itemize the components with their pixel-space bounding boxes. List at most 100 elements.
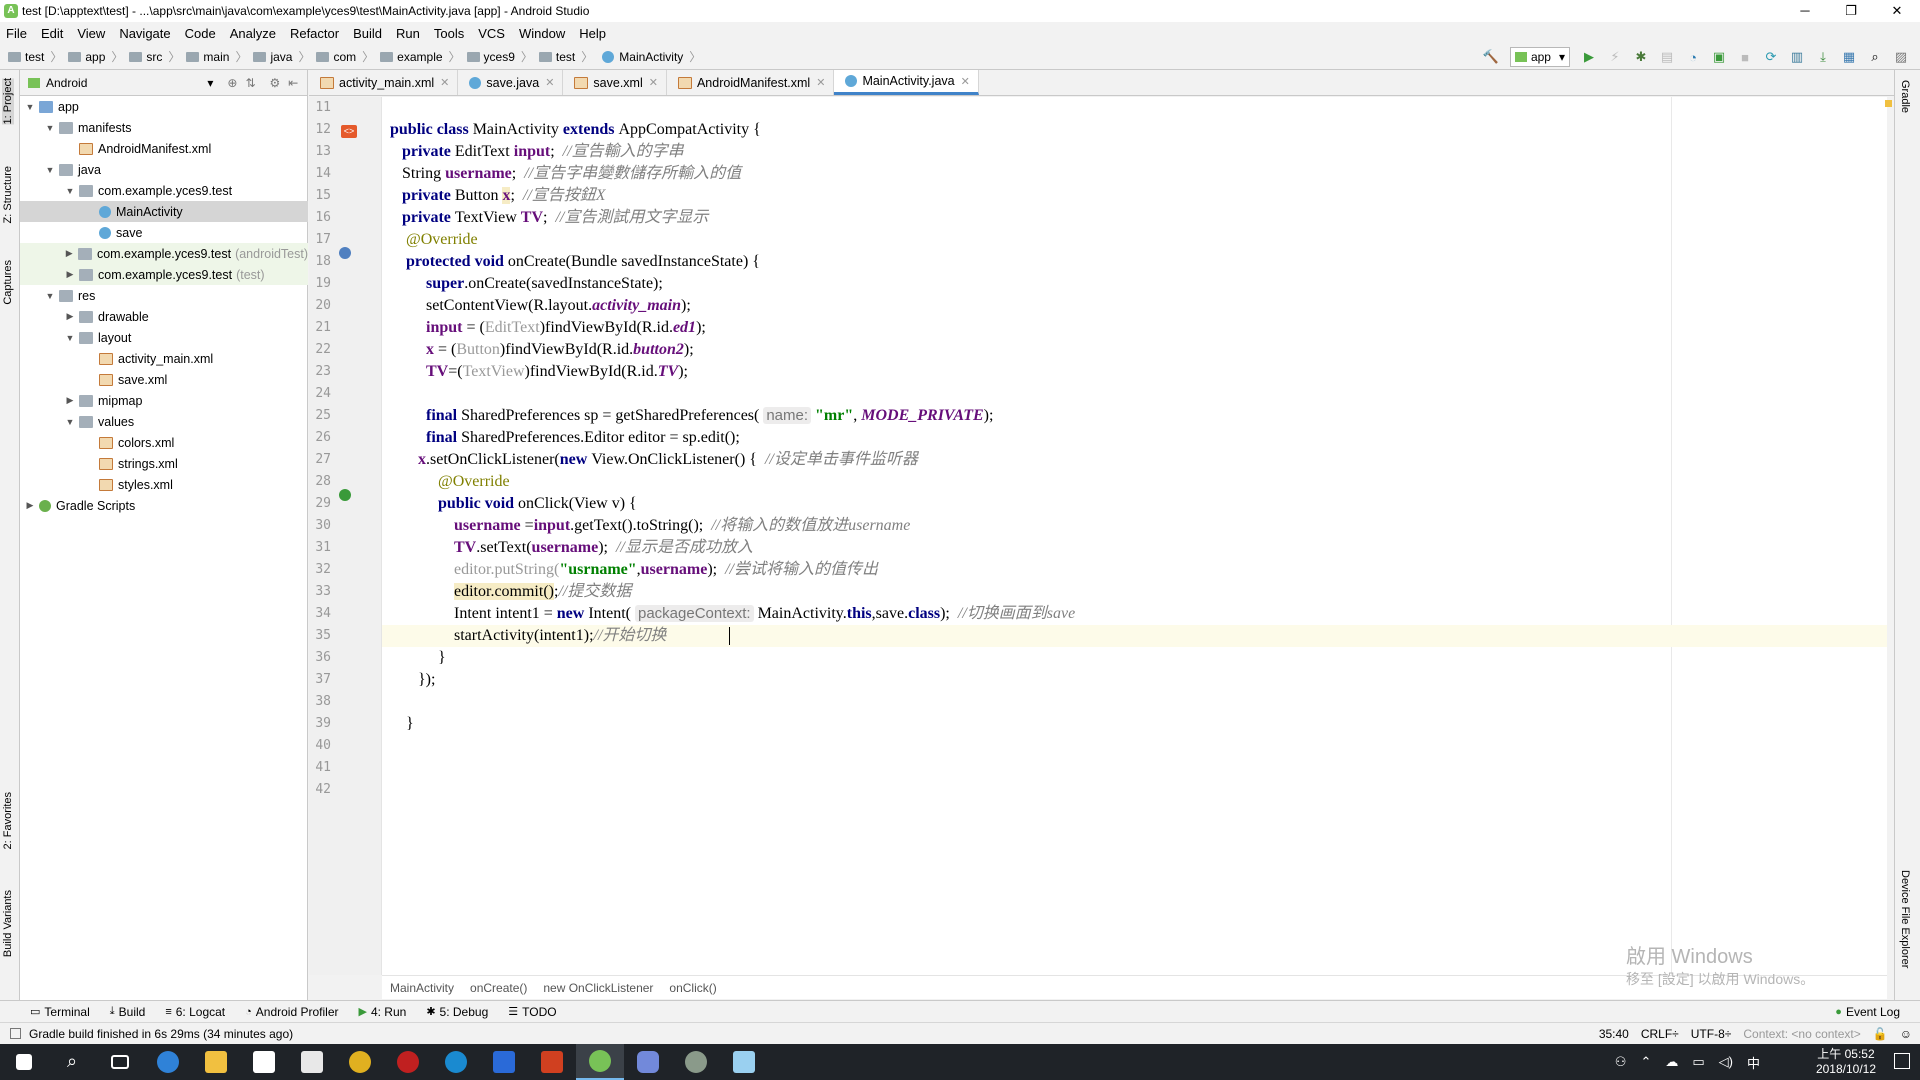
sync-scroll-icon[interactable]: ⊕ xyxy=(227,76,237,90)
tree-item[interactable]: ▼ res xyxy=(20,285,308,306)
make-project-icon[interactable]: 🔨 xyxy=(1483,49,1499,65)
tree-item[interactable]: AndroidManifest.xml xyxy=(20,138,308,159)
tree-item[interactable]: save xyxy=(20,222,308,243)
code-crumb-class[interactable]: MainActivity xyxy=(390,981,454,995)
caret-position[interactable]: 35:40 xyxy=(1599,1027,1629,1041)
close-tab-icon[interactable]: ✕ xyxy=(816,76,825,89)
chevron-right-icon[interactable]: ▶ xyxy=(64,395,76,406)
menu-help[interactable]: Help xyxy=(579,26,606,41)
close-tab-icon[interactable]: ✕ xyxy=(961,75,970,88)
search-icon[interactable]: ⌕ xyxy=(1867,49,1883,65)
chevron-right-icon[interactable]: ▶ xyxy=(24,500,36,511)
tool-tab-gradle[interactable]: Gradle xyxy=(1899,80,1911,113)
tree-item[interactable]: ▼ values xyxy=(20,411,308,432)
tree-item[interactable]: ▶ com.example.yces9.test (androidTest) xyxy=(20,243,308,264)
breadcrumb-item[interactable]: test 〉 xyxy=(8,48,62,65)
chevron-up-icon[interactable]: ⌃ xyxy=(1640,1054,1651,1070)
tree-item[interactable]: ▼ java xyxy=(20,159,308,180)
taskbar-app-blue[interactable] xyxy=(432,1044,480,1080)
tree-item[interactable]: ▼ manifests xyxy=(20,117,308,138)
tab-activity-main-xml[interactable]: activity_main.xml ✕ xyxy=(309,70,459,95)
tree-item[interactable]: save.xml xyxy=(20,369,308,390)
project-view-select[interactable]: Android xyxy=(46,76,87,90)
tree-item[interactable]: ▼ com.example.yces9.test xyxy=(20,180,308,201)
tree-item[interactable]: ▶ drawable xyxy=(20,306,308,327)
tree-item[interactable]: MainActivity xyxy=(20,201,308,222)
chevron-right-icon[interactable]: ▶ xyxy=(64,311,76,322)
avd-manager-icon[interactable]: ▥ xyxy=(1789,49,1805,65)
tool-run[interactable]: ▶ 4: Run xyxy=(359,1005,407,1019)
chevron-down-icon[interactable]: ▾ xyxy=(207,76,213,90)
lock-icon[interactable]: 🔓 xyxy=(1873,1027,1888,1041)
breadcrumb-item[interactable]: yces9 〉 xyxy=(466,48,533,65)
code-crumb-onclick[interactable]: onClick() xyxy=(669,981,716,995)
tool-tab-captures[interactable]: Captures xyxy=(2,260,14,305)
menu-vcs[interactable]: VCS xyxy=(478,26,505,41)
tree-item[interactable]: activity_main.xml xyxy=(20,348,308,369)
menu-refactor[interactable]: Refactor xyxy=(290,26,339,41)
breadcrumb-item[interactable]: src 〉 xyxy=(129,48,180,65)
menu-build[interactable]: Build xyxy=(353,26,382,41)
hide-panel-icon[interactable]: ⇤ xyxy=(288,76,298,90)
taskbar-notepad[interactable] xyxy=(720,1044,768,1080)
notification-icon[interactable] xyxy=(1894,1053,1910,1069)
tool-tab-build-variants[interactable]: Build Variants xyxy=(2,890,14,957)
tool-logcat[interactable]: ≡ 6: Logcat xyxy=(165,1005,225,1019)
volume-icon[interactable]: ◁) xyxy=(1719,1054,1733,1070)
menu-code[interactable]: Code xyxy=(185,26,216,41)
menu-tools[interactable]: Tools xyxy=(434,26,464,41)
tool-tab-structure[interactable]: Z: Structure xyxy=(2,166,14,223)
code-crumb-method[interactable]: onCreate() xyxy=(470,981,527,995)
tool-tab-device-file-explorer[interactable]: Device File Explorer xyxy=(1899,870,1911,968)
taskbar-app-red[interactable] xyxy=(384,1044,432,1080)
code-crumb-anon[interactable]: new OnClickListener xyxy=(543,981,653,995)
attach-debugger-icon[interactable]: ▣ xyxy=(1711,49,1727,65)
chevron-down-icon[interactable]: ▼ xyxy=(24,102,36,112)
project-structure-icon[interactable]: ▦ xyxy=(1841,49,1857,65)
coverage-icon[interactable]: ▤ xyxy=(1659,49,1675,65)
tool-profiler[interactable]: ◔ Android Profiler xyxy=(245,1005,338,1019)
menu-run[interactable]: Run xyxy=(396,26,420,41)
start-button[interactable] xyxy=(0,1044,48,1080)
tool-debug[interactable]: ✱ 5: Debug xyxy=(426,1005,488,1019)
tab-save-xml[interactable]: save.xml ✕ xyxy=(563,70,667,95)
stop-icon[interactable]: ■ xyxy=(1737,49,1753,65)
close-tab-icon[interactable]: ✕ xyxy=(649,76,658,89)
collapse-all-icon[interactable]: ⇅ xyxy=(245,76,255,90)
menu-navigate[interactable]: Navigate xyxy=(119,26,170,41)
tool-event-log[interactable]: ● Event Log xyxy=(1835,1005,1900,1019)
run-config-select[interactable]: app ▾ xyxy=(1509,47,1570,67)
tab-save-java[interactable]: save.java ✕ xyxy=(458,70,564,95)
network-icon[interactable]: ▭ xyxy=(1692,1054,1704,1070)
task-view-button[interactable] xyxy=(96,1044,144,1080)
profile-icon[interactable]: ◔ xyxy=(1685,49,1701,65)
code-editor[interactable]: public class MainActivity extends AppCom… xyxy=(382,97,1892,975)
tool-tab-favorites[interactable]: 2: Favorites xyxy=(2,792,14,849)
apply-changes-icon[interactable]: ⚡ xyxy=(1607,49,1623,65)
breadcrumb-item[interactable]: test 〉 xyxy=(538,48,593,65)
menu-view[interactable]: View xyxy=(77,26,105,41)
menu-analyze[interactable]: Analyze xyxy=(230,26,276,41)
implement-marker-icon[interactable] xyxy=(339,489,351,501)
ime-indicator[interactable]: 中 xyxy=(1747,1053,1760,1072)
tree-item[interactable]: ▼ app xyxy=(20,96,308,117)
tree-item[interactable]: colors.xml xyxy=(20,432,308,453)
tree-item[interactable]: ▼ layout xyxy=(20,327,308,348)
run-icon[interactable]: ▶ xyxy=(1581,49,1597,65)
breadcrumb-item[interactable]: main 〉 xyxy=(186,48,247,65)
chevron-down-icon[interactable]: ▼ xyxy=(44,165,56,175)
tree-item[interactable]: styles.xml xyxy=(20,474,308,495)
taskbar-app-green[interactable] xyxy=(672,1044,720,1080)
override-marker-icon[interactable] xyxy=(339,247,351,259)
sdk-manager-icon[interactable]: ⤓ xyxy=(1815,49,1831,65)
taskbar-messenger[interactable] xyxy=(480,1044,528,1080)
minimize-icon[interactable]: ─ xyxy=(1782,0,1828,22)
taskbar-mail[interactable] xyxy=(288,1044,336,1080)
menu-window[interactable]: Window xyxy=(519,26,565,41)
taskbar-chrome[interactable] xyxy=(336,1044,384,1080)
tool-terminal[interactable]: ▭ Terminal xyxy=(30,1005,90,1019)
tree-item[interactable]: ▶ mipmap xyxy=(20,390,308,411)
layout-inspector-icon[interactable]: ▨ xyxy=(1893,49,1909,65)
breadcrumb-item[interactable]: java 〉 xyxy=(253,48,310,65)
breadcrumb-item[interactable]: com 〉 xyxy=(316,48,374,65)
